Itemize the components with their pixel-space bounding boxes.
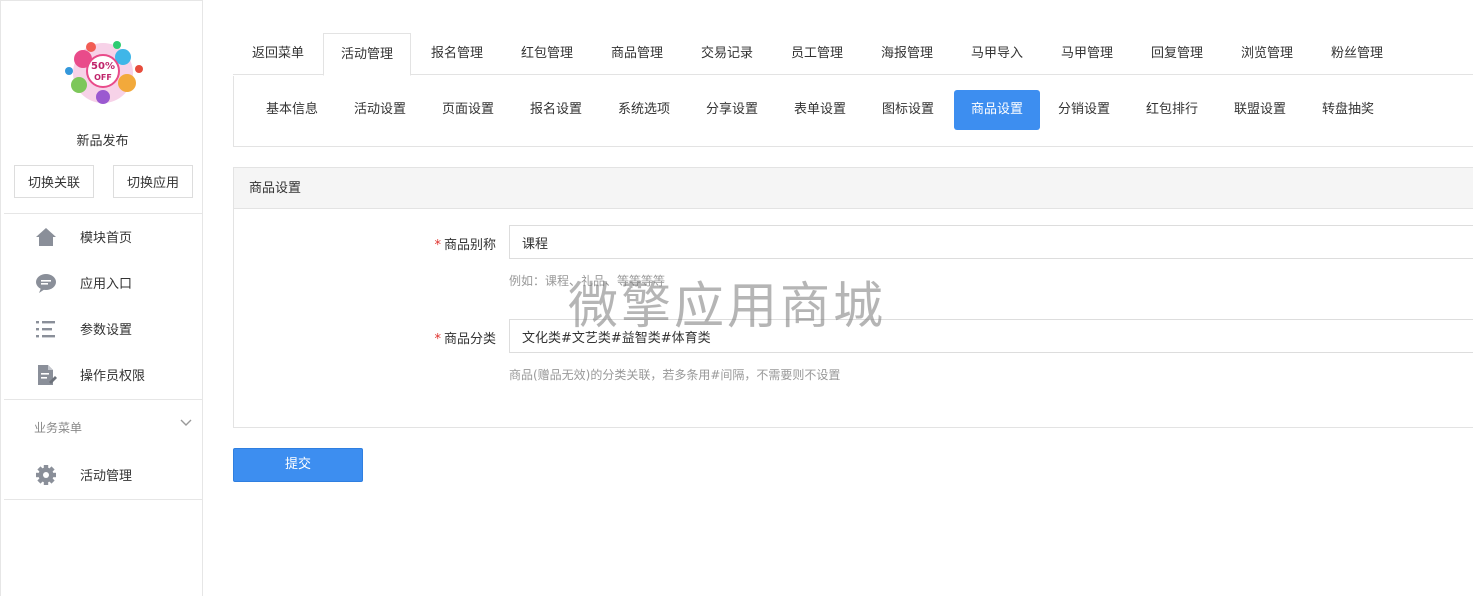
product-alias-input[interactable] <box>509 225 1473 259</box>
tab-product-management[interactable]: 商品管理 <box>591 33 683 75</box>
tab-browse-management[interactable]: 浏览管理 <box>1223 33 1311 75</box>
sidebar-divider <box>4 499 203 500</box>
tab-vest-management[interactable]: 马甲管理 <box>1043 33 1131 75</box>
sidebar-section-label: 业务菜单 <box>34 421 83 435</box>
tab-vest-import[interactable]: 马甲导入 <box>951 33 1043 75</box>
product-settings-panel: 商品设置 *商品别称 例如：课程、礼品、等等等等 *商品分类 商品(赠品无效)的… <box>233 167 1473 428</box>
switch-app-button[interactable]: 切换应用 <box>113 165 193 198</box>
sidebar-item-parameter-settings[interactable]: 参数设置 <box>1 308 204 348</box>
subtab-form-settings[interactable]: 表单设置 <box>778 90 862 130</box>
sidebar-item-app-entry[interactable]: 应用入口 <box>1 262 204 302</box>
sidebar-item-label: 应用入口 <box>80 277 133 292</box>
sidebar-item-label: 活动管理 <box>80 469 133 484</box>
tab-reply-management[interactable]: 回复管理 <box>1131 33 1223 75</box>
tab-red-packet-management[interactable]: 红包管理 <box>503 33 591 75</box>
tab-fans-management[interactable]: 粉丝管理 <box>1311 33 1403 75</box>
chevron-down-icon[interactable] <box>179 415 193 429</box>
tab-poster-management[interactable]: 海报管理 <box>863 33 951 75</box>
sidebar-item-label: 操作员权限 <box>80 369 146 384</box>
subtab-alliance-settings[interactable]: 联盟设置 <box>1218 90 1302 130</box>
subtab-activity-settings[interactable]: 活动设置 <box>338 90 422 130</box>
subtab-distribution-settings[interactable]: 分销设置 <box>1042 90 1126 130</box>
subtab-system-options[interactable]: 系统选项 <box>602 90 686 130</box>
tab-transaction-records[interactable]: 交易记录 <box>683 33 771 75</box>
tab-activity-management[interactable]: 活动管理 <box>323 33 411 76</box>
subtab-page-settings[interactable]: 页面设置 <box>426 90 510 130</box>
subtab-share-settings[interactable]: 分享设置 <box>690 90 774 130</box>
subtab-wheel-lottery[interactable]: 转盘抽奖 <box>1306 90 1390 130</box>
product-alias-help: 例如：课程、礼品、等等等等 <box>509 274 666 288</box>
app-logo: 50% OFF <box>65 41 143 104</box>
switch-association-button[interactable]: 切换关联 <box>14 165 94 198</box>
svg-text:50%: 50% <box>91 61 115 72</box>
sidebar-item-activity-management[interactable]: 活动管理 <box>1 454 204 494</box>
product-alias-label: * 商品别称 <box>434 238 496 253</box>
tab-back-menu[interactable]: 返回菜单 <box>233 33 323 75</box>
sidebar-item-label: 模块首页 <box>80 231 133 246</box>
product-category-help: 商品(赠品无效)的分类关联，若多条用#间隔，不需要则不设置 <box>509 368 841 382</box>
sub-tabs: 基本信息 活动设置 页面设置 报名设置 系统选项 分享设置 表单设置 图标设置 … <box>233 76 1473 147</box>
subtab-icon-settings[interactable]: 图标设置 <box>866 90 950 130</box>
subtab-basic-info[interactable]: 基本信息 <box>250 90 334 130</box>
sidebar-item-module-home[interactable]: 模块首页 <box>1 216 204 256</box>
list-settings-icon <box>36 321 55 338</box>
submit-button[interactable]: 提交 <box>233 448 363 482</box>
document-edit-icon <box>38 365 57 385</box>
sidebar-item-operator-permissions[interactable]: 操作员权限 <box>1 354 204 394</box>
tab-registration-management[interactable]: 报名管理 <box>411 33 503 75</box>
subtab-registration-settings[interactable]: 报名设置 <box>514 90 598 130</box>
svg-text:OFF: OFF <box>94 73 112 82</box>
app-name: 新品发布 <box>76 134 129 149</box>
product-category-label: * 商品分类 <box>434 332 496 347</box>
page: 50% OFF 新品发布 切换关联 切换应用 模块首页 应用入口 参数设置 操作… <box>0 0 1473 596</box>
chat-bubble-icon <box>36 274 56 293</box>
sidebar-divider <box>4 399 203 400</box>
sidebar-item-label: 参数设置 <box>80 323 133 338</box>
panel-title: 商品设置 <box>234 168 1473 209</box>
sidebar-divider <box>4 213 203 214</box>
required-mark: * <box>434 238 441 253</box>
sidebar: 50% OFF 新品发布 切换关联 切换应用 模块首页 应用入口 参数设置 操作… <box>0 0 203 596</box>
required-mark: * <box>434 332 441 347</box>
tab-staff-management[interactable]: 员工管理 <box>771 33 863 75</box>
subtab-product-settings[interactable]: 商品设置 <box>954 90 1040 130</box>
top-tabs: 返回菜单 活动管理 报名管理 红包管理 商品管理 交易记录 员工管理 海报管理 … <box>233 33 1473 76</box>
subtab-red-packet-ranking[interactable]: 红包排行 <box>1130 90 1214 130</box>
gear-icon <box>36 465 56 485</box>
home-icon <box>36 228 56 246</box>
product-category-input[interactable] <box>509 319 1473 353</box>
